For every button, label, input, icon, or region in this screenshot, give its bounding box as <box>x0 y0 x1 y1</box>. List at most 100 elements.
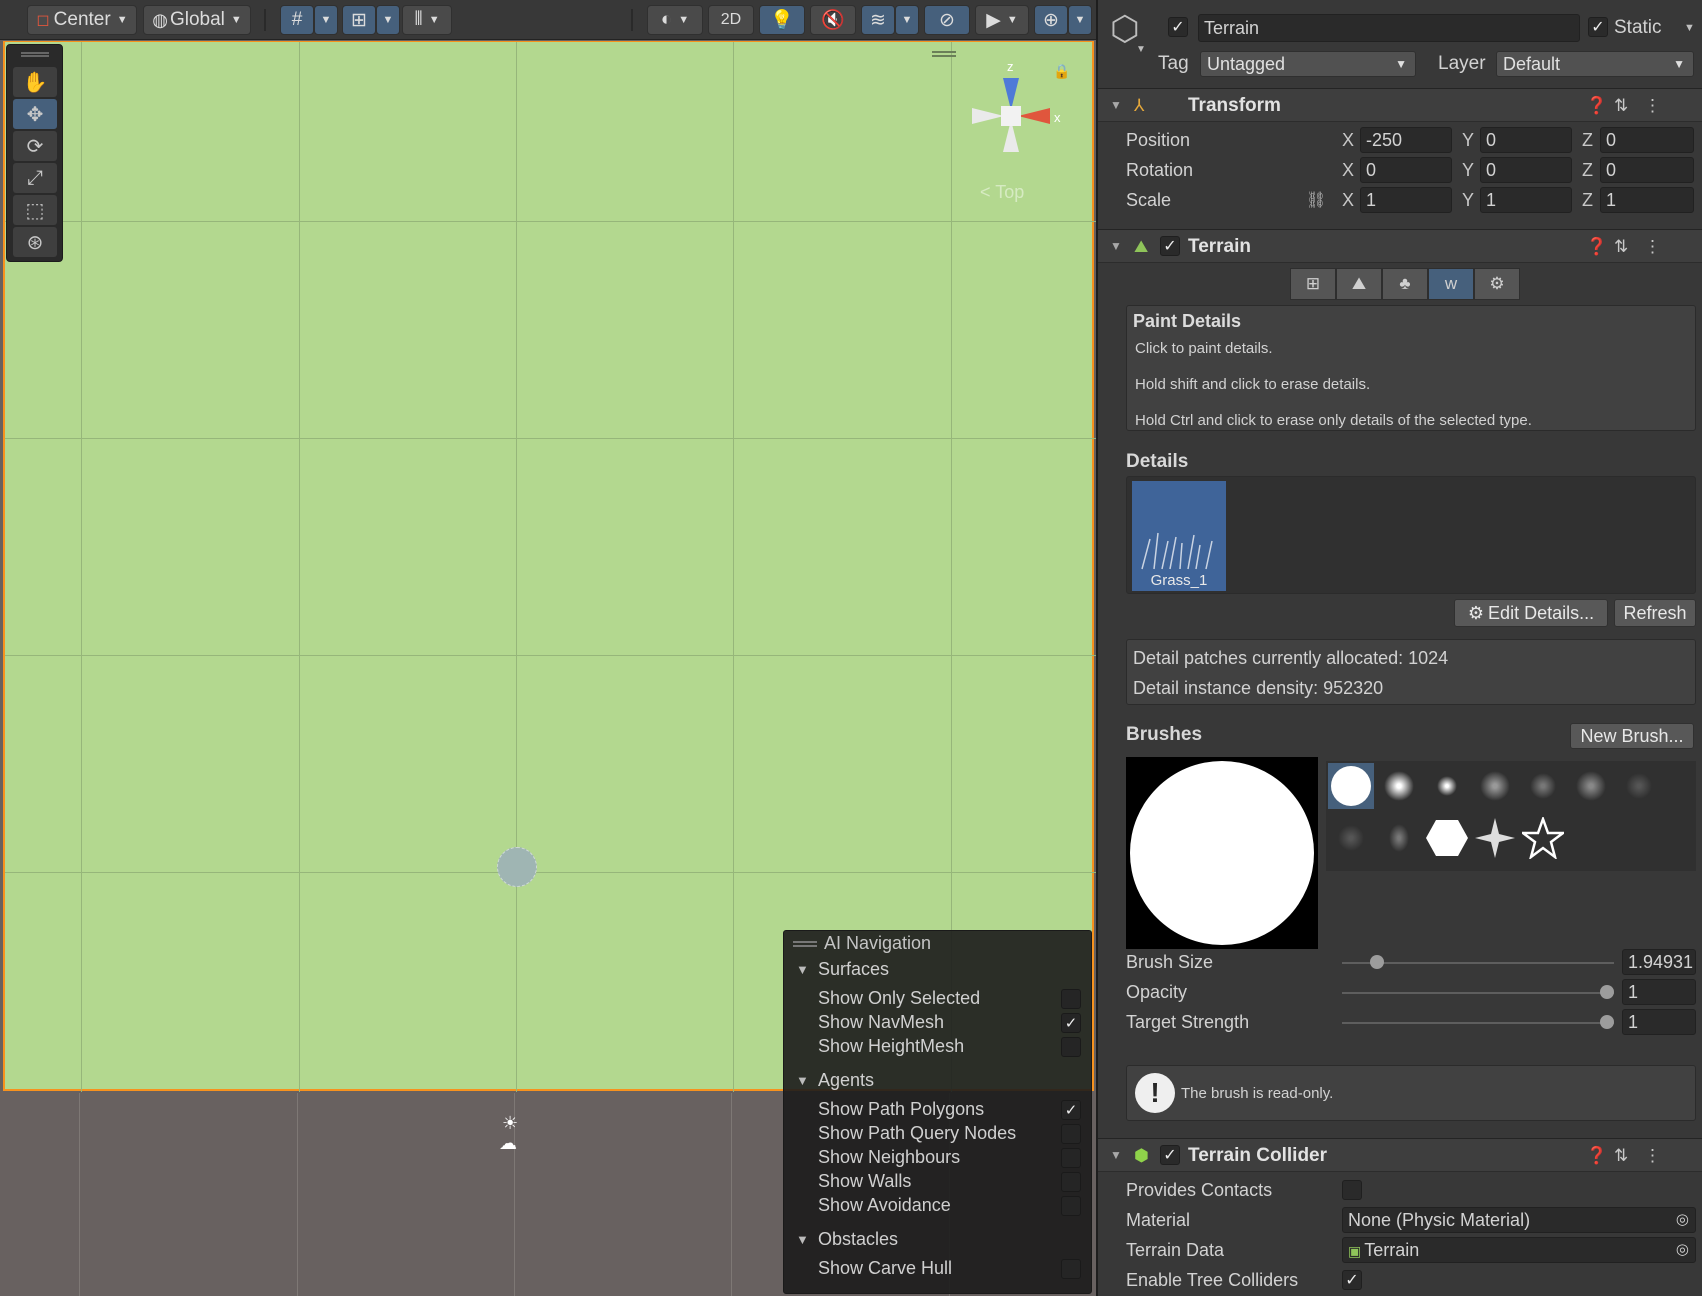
refresh-button[interactable]: Refresh <box>1614 599 1696 627</box>
paint-terrain-tab[interactable]: ⛰ <box>1336 268 1382 300</box>
constrain-proportions-icon[interactable]: ⛓ <box>1306 190 1326 210</box>
gameobject-name-field[interactable]: Terrain <box>1198 14 1580 42</box>
opacity-slider-knob[interactable] <box>1600 985 1614 999</box>
overlay-grip-icon[interactable] <box>793 941 817 947</box>
context-menu-icon[interactable]: ⋮ <box>1644 96 1661 116</box>
gameobject-active-checkbox[interactable]: ✓ <box>1168 17 1188 37</box>
position-y-axis-label[interactable]: Y <box>1462 130 1474 151</box>
position-z-field[interactable]: 0 <box>1600 127 1694 153</box>
gizmos-dropdown[interactable]: ▼ <box>1068 5 1092 35</box>
position-z-axis-label[interactable]: Z <box>1582 130 1593 151</box>
detail-item-grass[interactable]: Grass_1 <box>1132 481 1226 591</box>
gizmo-center-cube[interactable] <box>1001 106 1021 126</box>
terrain-data-object-field[interactable]: ▣ Terrain ◎ <box>1342 1237 1696 1263</box>
brush-noise-4[interactable] <box>1616 763 1662 809</box>
surfaces-header[interactable]: Surfaces <box>818 959 889 980</box>
show-path-polygons-checkbox[interactable]: ✓ <box>1061 1100 1081 1120</box>
create-neighbor-terrains-tab[interactable]: ⊞ <box>1290 268 1336 300</box>
chevron-down-icon[interactable]: ▼ <box>1136 44 1146 55</box>
grid-visibility-button[interactable]: # <box>280 5 314 35</box>
terrain-collider-enabled-checkbox[interactable]: ✓ <box>1160 1145 1180 1165</box>
hand-tool-button[interactable]: ✋ <box>13 67 57 97</box>
directional-light-icon[interactable]: ☀ <box>502 1113 518 1134</box>
help-icon[interactable]: ❓ <box>1586 96 1607 116</box>
foldout-arrow-icon[interactable]: ▼ <box>1110 239 1122 253</box>
view-orientation-label[interactable]: < Top <box>980 182 1024 203</box>
transform-component-header[interactable]: ▼ ⅄ Transform ❓ ⇅ ⋮ <box>1098 88 1702 122</box>
scale-y-axis-label[interactable]: Y <box>1462 190 1474 211</box>
target-strength-slider-track[interactable] <box>1342 1022 1614 1024</box>
grid-snapping-button[interactable]: ⊞ <box>342 5 376 35</box>
opacity-field[interactable]: 1 <box>1622 979 1696 1005</box>
foldout-arrow-icon[interactable]: ▼ <box>796 1232 809 1247</box>
show-avoidance-checkbox[interactable] <box>1061 1196 1081 1216</box>
target-strength-field[interactable]: 1 <box>1622 1009 1696 1035</box>
position-y-field[interactable]: 0 <box>1480 127 1572 153</box>
brush-small-soft[interactable] <box>1424 763 1470 809</box>
show-walls-checkbox[interactable] <box>1061 1172 1081 1192</box>
gizmos-toggle-button[interactable]: ⊕ <box>1034 5 1068 35</box>
brush-grass-stroke[interactable] <box>1376 815 1422 861</box>
rotation-x-field[interactable]: 0 <box>1360 157 1452 183</box>
rotation-y-field[interactable]: 0 <box>1480 157 1572 183</box>
scene-visibility-button[interactable]: ⊘ <box>924 5 970 35</box>
paint-trees-tab[interactable]: ♣ <box>1382 268 1428 300</box>
material-object-field[interactable]: None (Physic Material) ◎ <box>1342 1207 1696 1233</box>
scale-z-field[interactable]: 1 <box>1600 187 1694 213</box>
rotation-z-axis-label[interactable]: Z <box>1582 160 1593 181</box>
scale-y-field[interactable]: 1 <box>1480 187 1572 213</box>
presets-icon[interactable]: ⇅ <box>1614 1146 1628 1166</box>
scale-x-axis-label[interactable]: X <box>1342 190 1354 211</box>
increment-snapping-button[interactable]: ⦀ ▼ <box>402 5 452 35</box>
brush-soft-circle[interactable] <box>1376 763 1422 809</box>
move-tool-button[interactable]: ✥ <box>13 99 57 129</box>
gizmo-z-arrow[interactable] <box>1003 78 1019 110</box>
obstacles-header[interactable]: Obstacles <box>818 1229 898 1250</box>
foldout-arrow-icon[interactable]: ▼ <box>1110 98 1122 112</box>
scale-tool-button[interactable]: ⤢ <box>13 163 57 193</box>
presets-icon[interactable]: ⇅ <box>1614 96 1628 116</box>
lighting-toggle-button[interactable]: 💡 <box>759 5 805 35</box>
rotation-z-field[interactable]: 0 <box>1600 157 1694 183</box>
effects-dropdown[interactable]: ▼ <box>895 5 919 35</box>
terrain-component-header[interactable]: ▼ ⛰ ✓ Terrain ❓ ⇅ ⋮ <box>1098 229 1702 263</box>
foldout-arrow-icon[interactable]: ▼ <box>796 962 809 977</box>
show-carve-hull-checkbox[interactable] <box>1061 1259 1081 1279</box>
static-checkbox[interactable]: ✓ <box>1588 17 1608 37</box>
environment-icon[interactable]: ☁ <box>499 1133 517 1154</box>
gizmo-x-arrow[interactable] <box>1018 108 1050 124</box>
scale-z-axis-label[interactable]: Z <box>1582 190 1593 211</box>
nav-agent-marker[interactable] <box>497 847 537 887</box>
object-picker-icon[interactable]: ◎ <box>1676 1238 1689 1262</box>
gizmo-neg-x-arrow[interactable] <box>972 108 1004 124</box>
snapping-dropdown[interactable]: ▼ <box>376 5 400 35</box>
draw-mode-dropdown[interactable]: ◐ ▼ <box>647 5 703 35</box>
pivot-rotation-dropdown[interactable]: ◍ Global ▼ <box>143 5 251 35</box>
show-navmesh-checkbox[interactable]: ✓ <box>1061 1013 1081 1033</box>
help-icon[interactable]: ❓ <box>1586 1146 1607 1166</box>
rotation-x-axis-label[interactable]: X <box>1342 160 1354 181</box>
context-menu-icon[interactable]: ⋮ <box>1644 1146 1661 1166</box>
chevron-down-icon[interactable]: ▼ <box>1684 22 1695 34</box>
new-brush-button[interactable]: New Brush... <box>1570 723 1694 749</box>
camera-settings-dropdown[interactable]: ▶ ▼ <box>975 5 1029 35</box>
grid-dropdown[interactable]: ▼ <box>314 5 338 35</box>
audio-toggle-button[interactable]: 🔇 <box>810 5 856 35</box>
show-neighbours-checkbox[interactable] <box>1061 1148 1081 1168</box>
position-x-field[interactable]: -250 <box>1360 127 1452 153</box>
provides-contacts-checkbox[interactable] <box>1342 1180 1362 1200</box>
brush-size-slider-knob[interactable] <box>1370 955 1385 969</box>
paint-details-tab[interactable]: ᴡ <box>1428 268 1474 300</box>
edit-details-button[interactable]: ⚙ Edit Details... <box>1454 599 1608 627</box>
effects-toggle-button[interactable]: ≋ <box>861 5 895 35</box>
presets-icon[interactable]: ⇅ <box>1614 237 1628 257</box>
brush-star[interactable] <box>1520 815 1566 861</box>
brush-hexagon[interactable] <box>1424 815 1470 861</box>
toggle-2d-button[interactable]: 2D <box>708 5 754 35</box>
scene-view[interactable]: ☀ ☁ ◻ Center ▼ ◍ Global ▼ # ▼ ⊞ ▼ ⦀ ▼ ◐ ▼ … <box>0 0 1096 1296</box>
layer-dropdown[interactable]: Default ▼ <box>1496 51 1694 77</box>
show-only-selected-checkbox[interactable] <box>1061 989 1081 1009</box>
brush-hard-circle[interactable] <box>1328 763 1374 809</box>
tag-dropdown[interactable]: Untagged ▼ <box>1200 51 1416 77</box>
brush-size-field[interactable]: 1.94931 <box>1622 949 1696 975</box>
